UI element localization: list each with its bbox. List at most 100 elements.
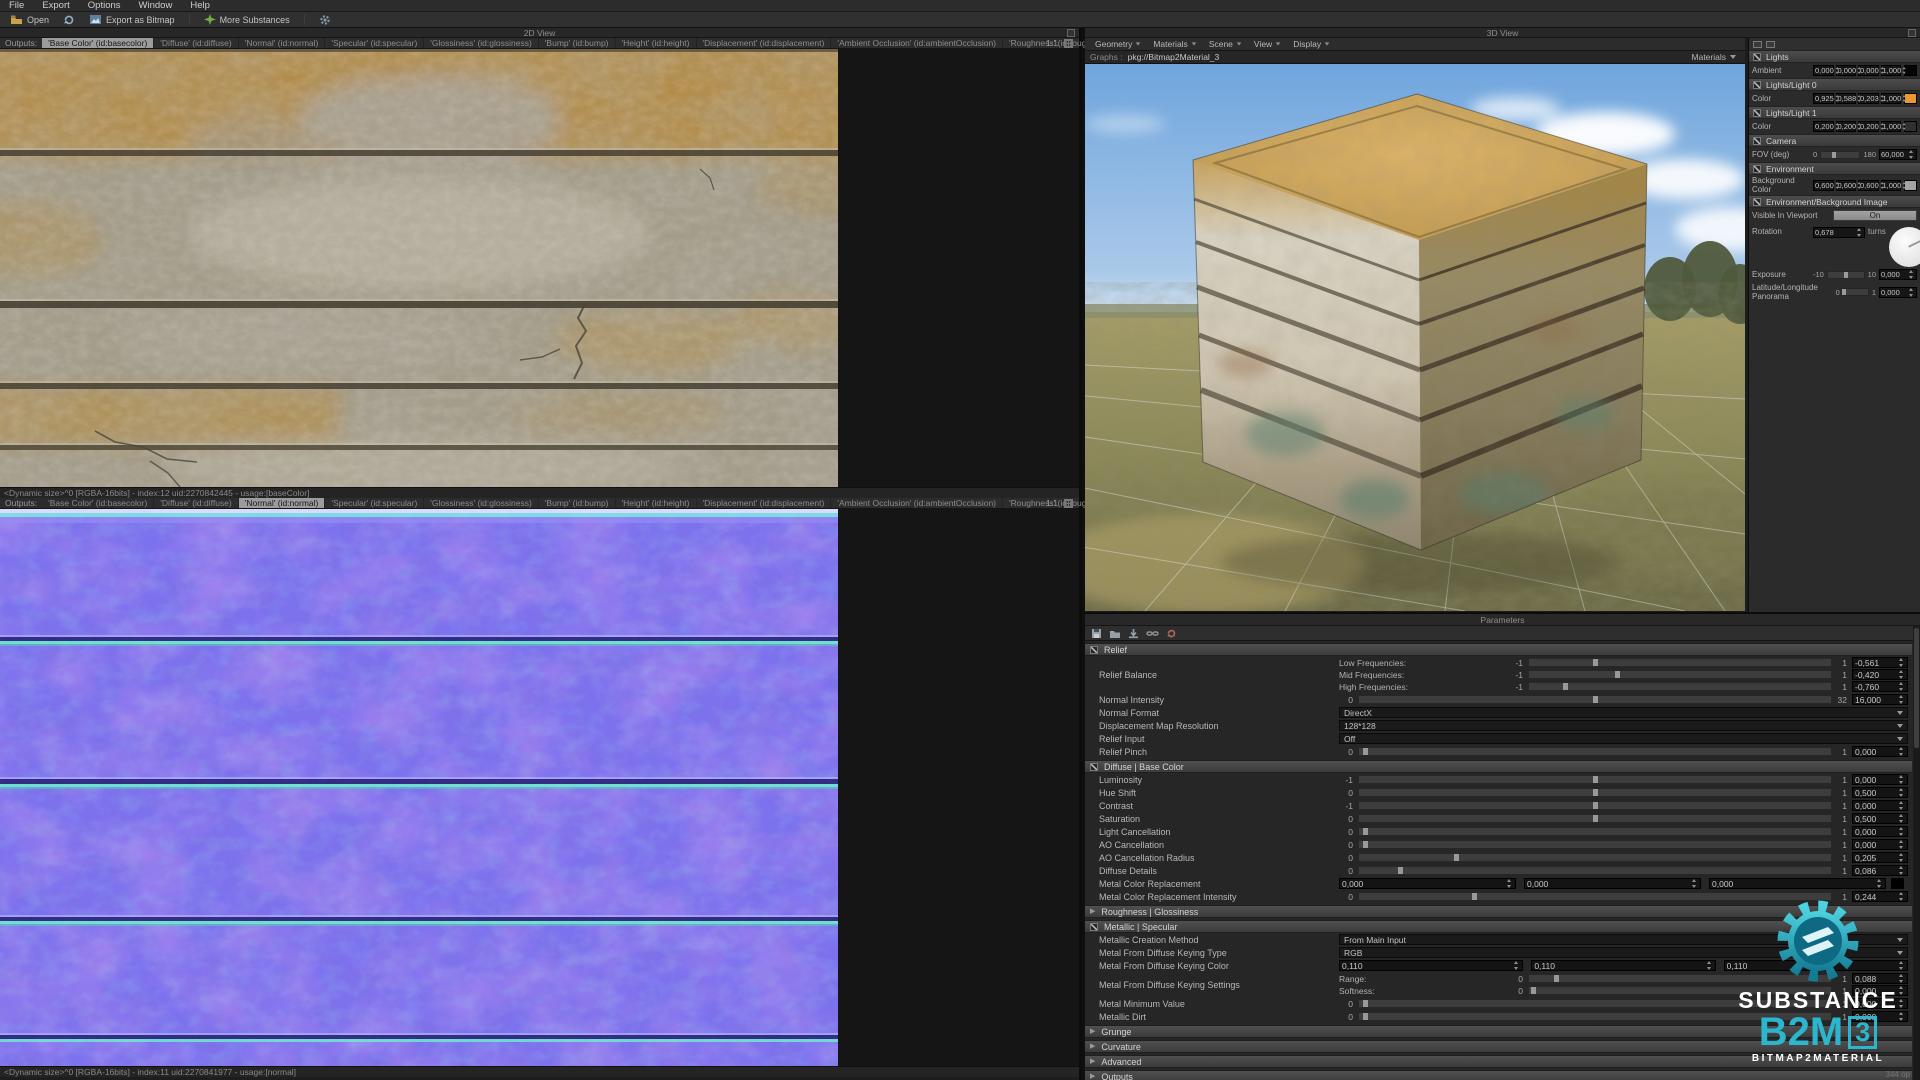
- grid-icon[interactable]: [1064, 499, 1073, 508]
- color-component-field[interactable]: 0,110: [1339, 960, 1523, 971]
- value-field[interactable]: 0,000: [1852, 800, 1908, 811]
- section-checkbox[interactable]: [1090, 923, 1098, 931]
- exposure-slider[interactable]: [1827, 271, 1865, 279]
- spinner-icon[interactable]: [1898, 788, 1905, 797]
- output-tab[interactable]: 'Normal' (id:normal): [239, 38, 326, 48]
- grid-icon[interactable]: [1064, 39, 1073, 48]
- open-button[interactable]: Open: [6, 13, 53, 27]
- spinner-icon[interactable]: [1879, 67, 1885, 74]
- spinner-icon[interactable]: [1898, 658, 1905, 667]
- section-checkbox[interactable]: [1753, 165, 1761, 173]
- value-field[interactable]: 0,925: [1813, 93, 1834, 104]
- section-checkbox[interactable]: [1090, 646, 1098, 654]
- output-tab[interactable]: 'Ambient Occlusion' (id:ambientOcclusion…: [831, 38, 1003, 48]
- output-tab[interactable]: 'Specular' (id:specular): [325, 38, 424, 48]
- spinner-icon[interactable]: [1898, 814, 1905, 823]
- spinner-icon[interactable]: [1902, 95, 1908, 102]
- link-icon[interactable]: [1146, 628, 1159, 639]
- rotation-value-field[interactable]: 0,678: [1813, 227, 1865, 238]
- reset-icon[interactable]: [1166, 628, 1177, 639]
- slider-handle[interactable]: [1593, 802, 1598, 809]
- 3d-menu-item[interactable]: Materials: [1148, 39, 1201, 49]
- value-field[interactable]: 0,000: [1852, 746, 1908, 757]
- refresh-button[interactable]: [59, 13, 79, 27]
- output-tab[interactable]: 'Diffuse' (id:diffuse): [154, 498, 238, 508]
- color-component-field[interactable]: 0,000: [1709, 878, 1886, 889]
- slider-track[interactable]: [1358, 775, 1832, 784]
- section-header-light0[interactable]: Lights/Light 0: [1749, 78, 1920, 91]
- slider-track[interactable]: [1358, 827, 1832, 836]
- spinner-icon[interactable]: [1879, 123, 1885, 130]
- materials-dropdown[interactable]: Materials: [1692, 52, 1740, 62]
- output-tab[interactable]: 'Bump' (id:bump): [539, 498, 616, 508]
- spinner-icon[interactable]: [1898, 840, 1905, 849]
- output-tab[interactable]: 'Glossiness' (id:glossiness): [424, 498, 539, 508]
- section-header[interactable]: ▶ Relief: [1085, 643, 1912, 656]
- slider-handle[interactable]: [1832, 152, 1836, 158]
- dropdown[interactable]: 128*128: [1339, 720, 1908, 731]
- preset-load-icon[interactable]: [1109, 628, 1121, 639]
- spinner-icon[interactable]: [1834, 123, 1840, 130]
- section-checkbox[interactable]: [1753, 53, 1761, 61]
- settings-gear-button[interactable]: [315, 13, 335, 27]
- output-tab[interactable]: 'Height' (id:height): [616, 38, 697, 48]
- section-checkbox[interactable]: [1753, 198, 1761, 206]
- spinner-icon[interactable]: [1857, 67, 1863, 74]
- slider-handle[interactable]: [1844, 272, 1848, 278]
- section-header-env-image[interactable]: Environment/Background Image: [1749, 195, 1920, 208]
- spinner-icon[interactable]: [1898, 801, 1905, 810]
- slider-handle[interactable]: [1363, 1013, 1368, 1020]
- menu-item[interactable]: Window: [130, 0, 182, 11]
- menu-item[interactable]: File: [0, 0, 33, 11]
- visible-toggle-button[interactable]: On: [1833, 210, 1917, 221]
- output-tab[interactable]: 'Glossiness' (id:glossiness): [424, 38, 539, 48]
- section-collapse-arrow[interactable]: ▶: [1090, 1073, 1095, 1080]
- value-field[interactable]: 60,000: [1879, 149, 1917, 160]
- spinner-icon[interactable]: [1908, 288, 1915, 297]
- value-field[interactable]: 0,086: [1852, 865, 1908, 876]
- slider-track[interactable]: [1358, 788, 1832, 797]
- spinner-icon[interactable]: [1834, 67, 1840, 74]
- slider-handle[interactable]: [1842, 289, 1846, 295]
- slider-handle[interactable]: [1554, 975, 1559, 982]
- output-tab[interactable]: 'Ambient Occlusion' (id:ambientOcclusion…: [831, 498, 1003, 508]
- spinner-icon[interactable]: [1857, 181, 1863, 188]
- slider-track[interactable]: [1358, 853, 1832, 862]
- dock-icon[interactable]: [1753, 41, 1762, 48]
- spinner-icon[interactable]: [1506, 879, 1513, 888]
- 3d-viewport[interactable]: [1085, 64, 1745, 611]
- menu-item[interactable]: Options: [79, 0, 130, 11]
- 3d-menu-item[interactable]: Display: [1288, 39, 1335, 49]
- value-field[interactable]: 0,500: [1852, 813, 1908, 824]
- value-field[interactable]: 0,000: [1879, 287, 1917, 298]
- section-collapse-arrow[interactable]: ▶: [1090, 1058, 1095, 1065]
- panel-options-icon[interactable]: [1067, 29, 1075, 37]
- spinner-icon[interactable]: [1902, 67, 1908, 74]
- slider-track[interactable]: [1358, 801, 1832, 810]
- section-header-environment[interactable]: Environment: [1749, 162, 1920, 175]
- slider-handle[interactable]: [1363, 841, 1368, 848]
- section-checkbox[interactable]: [1753, 137, 1761, 145]
- slider-handle[interactable]: [1593, 815, 1598, 822]
- spinner-icon[interactable]: [1902, 181, 1908, 188]
- value-field[interactable]: 0,600: [1813, 180, 1834, 191]
- output-tab[interactable]: 'Base Color' (id:basecolor): [42, 38, 154, 48]
- dropdown[interactable]: DirectX: [1339, 707, 1908, 718]
- output-tab[interactable]: 'Displacement' (id:displacement): [697, 38, 832, 48]
- value-field[interactable]: -0,561: [1852, 657, 1908, 668]
- menu-item[interactable]: Help: [181, 0, 219, 11]
- spinner-icon[interactable]: [1879, 181, 1885, 188]
- scrollbar[interactable]: [1913, 626, 1920, 1080]
- output-tab[interactable]: 'Diffuse' (id:diffuse): [154, 38, 238, 48]
- slider-handle[interactable]: [1363, 748, 1368, 755]
- spinner-icon[interactable]: [1902, 123, 1908, 130]
- section-collapse-arrow[interactable]: ▶: [1090, 1043, 1095, 1050]
- slider-handle[interactable]: [1563, 683, 1568, 690]
- spinner-icon[interactable]: [1898, 670, 1905, 679]
- spinner-icon[interactable]: [1513, 961, 1520, 970]
- value-field[interactable]: 0,205: [1852, 852, 1908, 863]
- value-field[interactable]: 0,200: [1813, 121, 1834, 132]
- color-swatch[interactable]: [1891, 878, 1904, 889]
- spinner-icon[interactable]: [1908, 270, 1915, 279]
- color-component-field[interactable]: 0,000: [1339, 878, 1516, 889]
